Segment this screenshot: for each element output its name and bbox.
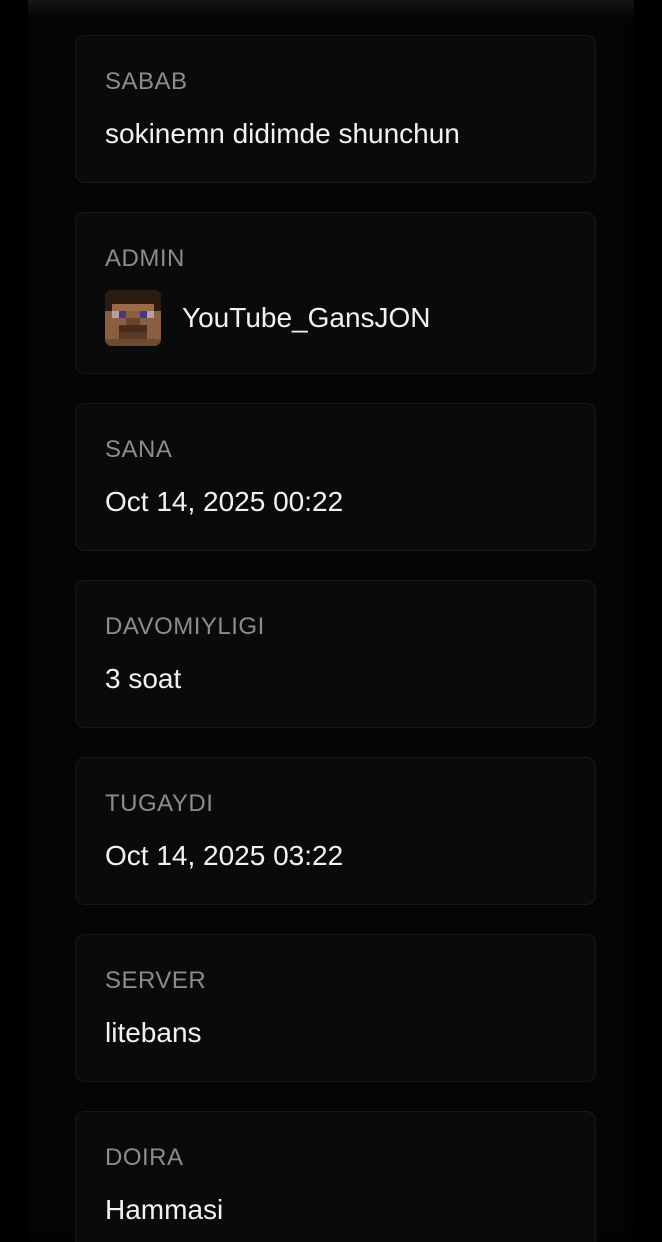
admin-label: ADMIN — [105, 245, 185, 272]
server-value: litebans — [105, 1017, 202, 1048]
expires-card: TUGAYDI Oct 14, 2025 03:22 — [75, 757, 596, 905]
scope-card: DOIRA Hammasi — [75, 1111, 596, 1242]
minecraft-steve-head-icon — [105, 290, 161, 346]
top-shadow — [28, 0, 634, 18]
reason-label: SABAB — [105, 68, 188, 95]
date-value: Oct 14, 2025 00:22 — [105, 486, 344, 517]
admin-name[interactable]: YouTube_GansJON — [182, 302, 431, 334]
expires-value: Oct 14, 2025 03:22 — [105, 840, 344, 871]
reason-card: SABAB sokinemn didimde shunchun — [75, 35, 596, 183]
duration-card: DAVOMIYLIGI 3 soat — [75, 580, 596, 728]
server-card: SERVER litebans — [75, 934, 596, 1082]
server-label: SERVER — [105, 967, 207, 994]
duration-label: DAVOMIYLIGI — [105, 613, 265, 640]
scope-label: DOIRA — [105, 1144, 184, 1171]
duration-value: 3 soat — [105, 663, 182, 694]
admin-profile-link[interactable]: YouTube_GansJON — [105, 290, 431, 346]
punishment-details-page: SABAB sokinemn didimde shunchun ADMIN Yo… — [0, 0, 662, 1242]
reason-value: sokinemn didimde shunchun — [105, 118, 460, 149]
scope-value: Hammasi — [105, 1194, 224, 1225]
date-label: SANA — [105, 436, 173, 463]
date-card: SANA Oct 14, 2025 00:22 — [75, 403, 596, 551]
expires-label: TUGAYDI — [105, 790, 214, 817]
admin-card: ADMIN YouTube_GansJON — [75, 212, 596, 374]
